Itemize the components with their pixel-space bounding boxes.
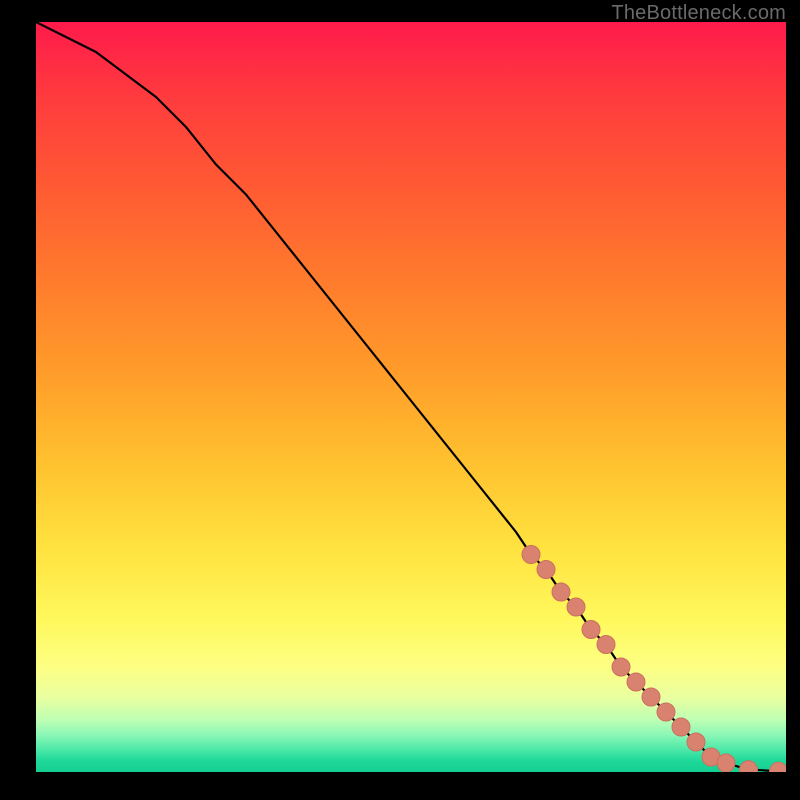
marker-dot: [597, 636, 615, 654]
plot-area: [36, 22, 786, 772]
bottleneck-curve: [36, 22, 786, 771]
marker-dot: [552, 583, 570, 601]
marker-dot: [717, 754, 735, 772]
marker-dot: [567, 598, 585, 616]
curve-markers: [522, 546, 786, 773]
marker-dot: [627, 673, 645, 691]
marker-dot: [657, 703, 675, 721]
marker-dot: [522, 546, 540, 564]
curve-svg: [36, 22, 786, 772]
marker-dot: [642, 688, 660, 706]
marker-dot: [687, 733, 705, 751]
marker-dot: [770, 762, 787, 772]
marker-dot: [672, 718, 690, 736]
marker-dot: [537, 561, 555, 579]
marker-dot: [740, 761, 758, 772]
marker-dot: [582, 621, 600, 639]
marker-dot: [612, 658, 630, 676]
chart-stage: TheBottleneck.com: [0, 0, 800, 800]
